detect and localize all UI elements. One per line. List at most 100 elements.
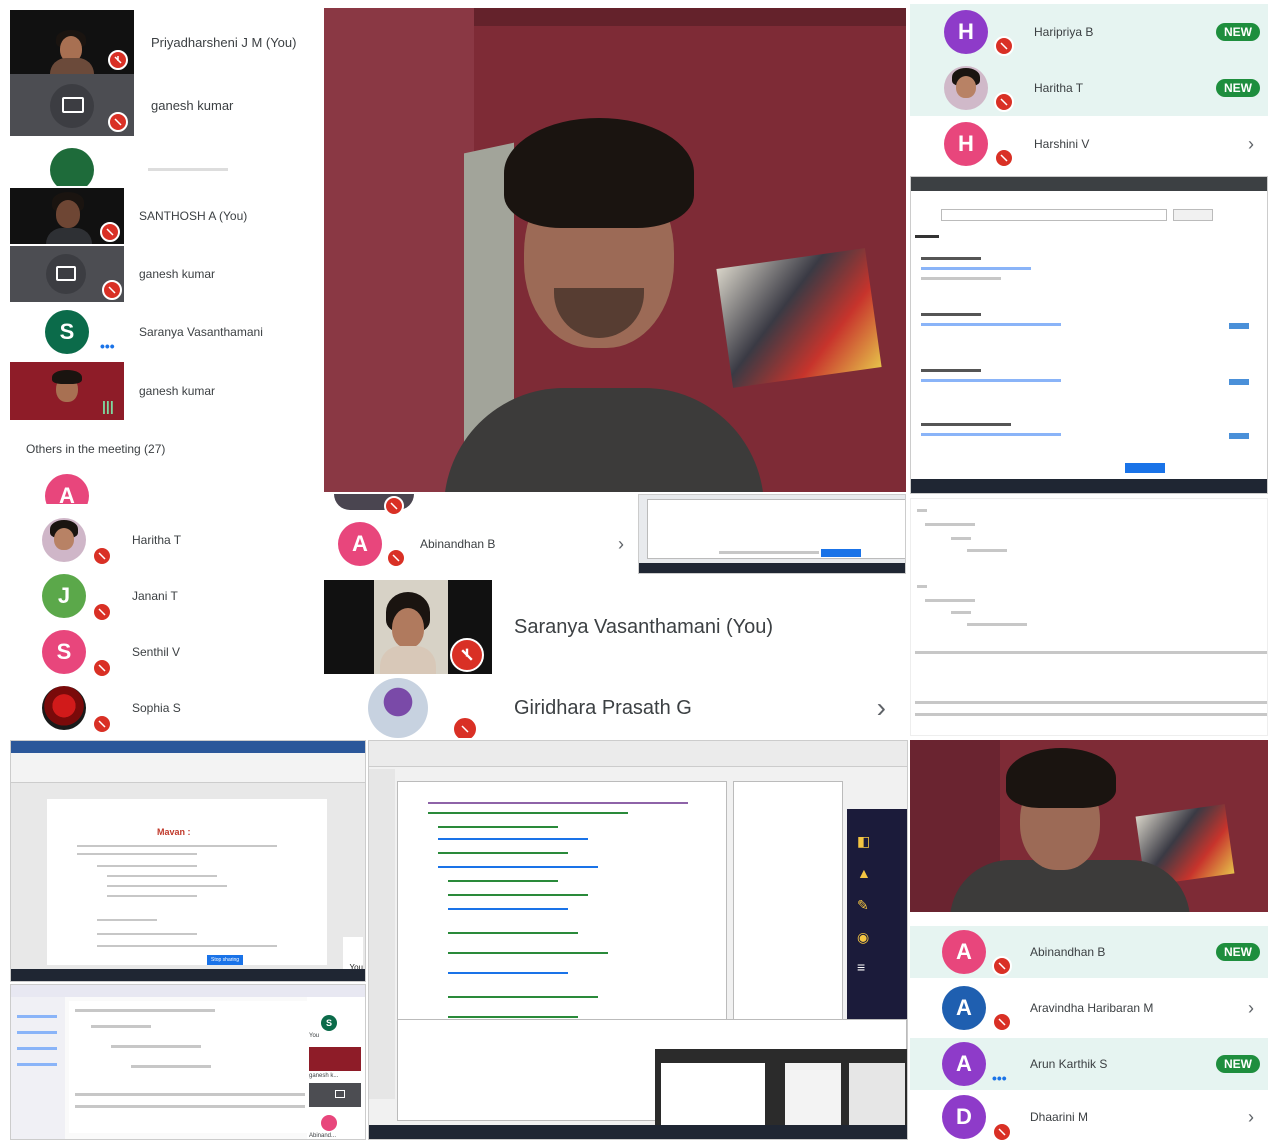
chevron-right-icon[interactable]: › — [877, 692, 886, 724]
muted-mic-icon — [92, 602, 112, 622]
participant-row[interactable]: Haritha T — [8, 514, 320, 566]
participants-panel-d: A Abinandhan B › — [324, 494, 636, 574]
participant-video-thumb: ||| — [10, 362, 124, 420]
participant-row[interactable]: A Aravindha Haribaran M › — [910, 982, 1268, 1034]
participant-name: Janani T — [132, 589, 178, 603]
participant-name: ganesh kumar — [139, 384, 216, 398]
secondary-video-feed — [910, 740, 1268, 912]
others-section-header: Others in the meeting (27) — [26, 442, 166, 456]
participant-row[interactable]: J Janani T — [8, 570, 320, 622]
screen-share-thumb — [10, 246, 124, 302]
participant-row[interactable]: Giridhara Prasath G › — [324, 678, 906, 738]
participant-video-thumb — [10, 188, 124, 244]
participant-row[interactable]: D Dhaarini M › — [910, 1094, 1268, 1140]
participant-avatar: H — [944, 10, 988, 54]
participant-row[interactable]: A Abinandhan B › — [324, 518, 636, 570]
muted-mic-icon — [108, 112, 128, 132]
participant-row[interactable]: H Haripriya B NEW — [910, 4, 1268, 60]
participant-row[interactable]: Saranya Vasanthamani (You) — [324, 580, 906, 674]
participant-row[interactable]: A ••• Arun Karthik S NEW — [910, 1038, 1268, 1090]
participant-photo — [42, 686, 86, 730]
participant-photo — [368, 678, 428, 738]
participant-avatar: A — [338, 522, 382, 566]
sidebar-label: ganesh k... — [309, 1073, 339, 1079]
windows-taskbar — [11, 969, 365, 981]
participant-video-thumb — [10, 10, 134, 74]
participant-avatar — [321, 1115, 337, 1131]
participant-name: ganesh kumar — [151, 97, 234, 113]
participant-name: Arun Karthik S — [1030, 1057, 1108, 1071]
muted-mic-icon — [386, 548, 406, 568]
participant-name: Giridhara Prasath G — [514, 696, 692, 719]
meeting-screen-share: S You ganesh k... Abinand... — [10, 984, 366, 1140]
participant-row[interactable]: ganesh kumar — [8, 246, 320, 302]
code-editor[interactable] — [397, 781, 727, 1051]
main-video-feed — [324, 8, 906, 492]
mini-screen-share — [638, 494, 906, 574]
participant-row[interactable]: ganesh kumar — [8, 74, 320, 136]
muted-mic-icon — [992, 956, 1012, 976]
chevron-right-icon[interactable]: › — [618, 534, 624, 555]
speaking-dots-icon: ••• — [992, 1070, 1007, 1086]
meeting-side-panel: S You ganesh k... Abinand... — [307, 997, 365, 1139]
participant-name: SANTHOSH A (You) — [139, 209, 248, 223]
muted-mic-icon — [92, 546, 112, 566]
participant-row[interactable]: H Harshini V › — [910, 116, 1268, 172]
participant-avatar: J — [42, 574, 86, 618]
participants-panel-f: H Haripriya B NEW Haritha T NEW H Harshi… — [910, 4, 1268, 172]
participant-row[interactable]: ||| ganesh kumar — [8, 362, 320, 420]
muted-mic-icon — [384, 496, 404, 516]
wand-icon: ✎ — [857, 897, 869, 913]
chevron-right-icon[interactable]: › — [1248, 998, 1254, 1019]
participant-row-partial: A — [8, 466, 320, 504]
doc-heading: Mavan : — [157, 827, 191, 837]
participant-name: Sophia S — [132, 701, 181, 715]
participant-name: Harshini V — [1034, 137, 1090, 151]
participant-name: Saranya Vasanthamani (You) — [514, 615, 774, 638]
participant-row[interactable]: A Abinandhan B NEW — [910, 926, 1268, 978]
participants-panel-g: A Abinandhan B NEW A Aravindha Haribaran… — [910, 916, 1268, 1140]
new-badge: NEW — [1216, 943, 1260, 961]
chevron-right-icon[interactable]: › — [1248, 134, 1254, 155]
participant-row[interactable]: Sophia S — [8, 682, 320, 734]
globe-icon: ◉ — [857, 929, 870, 945]
word-ribbon — [11, 753, 365, 783]
participant-row[interactable]: S ••• Saranya Vasanthamani — [8, 304, 320, 360]
participant-name: Abinandhan B — [1030, 945, 1106, 959]
participant-avatar: S — [321, 1015, 337, 1031]
windows-taskbar — [369, 1125, 907, 1139]
muted-mic-icon — [102, 280, 122, 300]
participant-name: Saranya Vasanthamani — [139, 325, 263, 339]
participant-avatar: A — [942, 986, 986, 1030]
participant-row[interactable]: Haritha T NEW — [910, 60, 1268, 116]
stop-sharing-button[interactable]: Stop sharing — [207, 955, 244, 965]
participant-avatar: A — [942, 930, 986, 974]
participant-row[interactable]: SANTHOSH A (You) — [8, 188, 320, 244]
word-title-bar — [11, 741, 365, 753]
muted-mic-icon — [992, 1122, 1012, 1140]
muted-mic-icon — [100, 222, 120, 242]
dark-side-panel: ◧ ▲ ✎ ◉ ≡ — [847, 809, 907, 1049]
participant-avatar: S — [42, 630, 86, 674]
map-icon: ◧ — [857, 833, 871, 849]
participant-name: Haritha T — [1034, 81, 1084, 95]
maven-repository-screenshot — [910, 176, 1268, 494]
cap-icon: ▲ — [857, 865, 871, 881]
participant-photo — [944, 66, 988, 110]
muted-mic-icon — [92, 658, 112, 678]
eclipse-ide-screenshot: ◧ ▲ ✎ ◉ ≡ — [368, 740, 908, 1140]
sidebar-label: You — [309, 1033, 320, 1039]
participant-row[interactable]: Priyadharsheni J M (You) — [8, 10, 320, 74]
participant-name: Haripriya B — [1034, 25, 1094, 39]
participant-row[interactable]: S Senthil V — [8, 626, 320, 678]
speaking-dots-icon: ••• — [100, 338, 115, 354]
chevron-right-icon[interactable]: › — [1248, 1107, 1254, 1128]
participants-panel-a: Priyadharsheni J M (You) ganesh kumar — [8, 8, 320, 186]
participant-avatar: S — [45, 310, 89, 354]
muted-mic-icon — [450, 638, 484, 672]
participant-avatar: A — [942, 1042, 986, 1086]
participant-name: Haritha T — [132, 533, 182, 547]
word-page: Mavan : — [47, 799, 327, 965]
maven-doc-screenshot — [910, 498, 1268, 736]
participant-name: Priyadharsheni J M (You) — [151, 34, 297, 50]
